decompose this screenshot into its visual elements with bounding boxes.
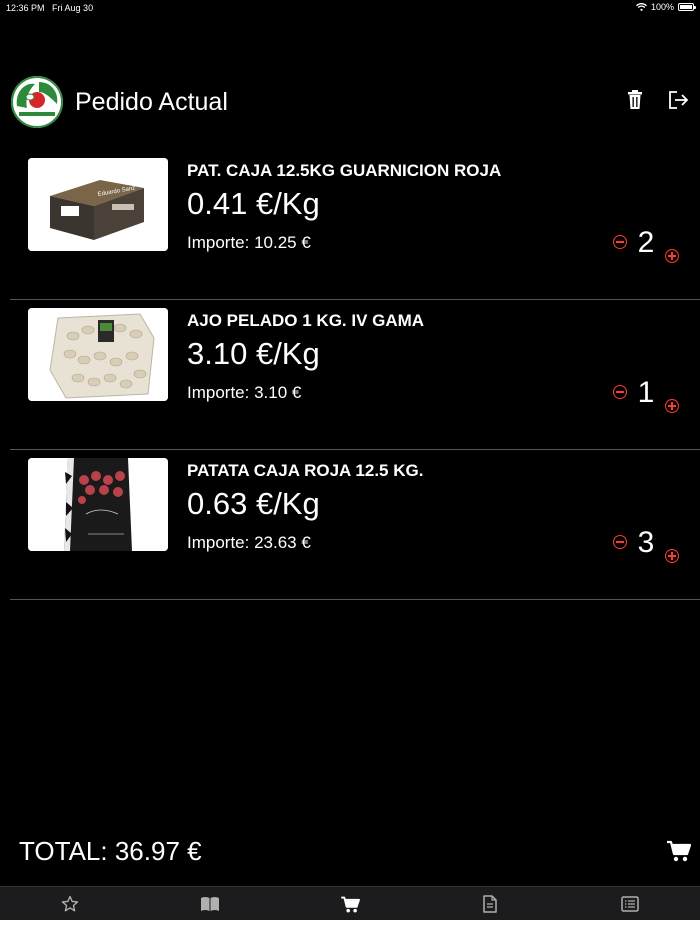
star-icon: [61, 895, 79, 912]
product-name: AJO PELADO 1 KG. IV GAMA: [187, 311, 425, 330]
status-right: 100%: [636, 2, 696, 12]
tab-documents[interactable]: [420, 887, 560, 921]
order-list: Eduardo Sanz PAT. CAJA 12.5KG GUARNICION…: [10, 150, 700, 600]
status-time: 12:36 PM Fri Aug 30: [6, 3, 93, 13]
logout-icon[interactable]: [668, 90, 690, 110]
status-date-text: Fri Aug 30: [52, 3, 94, 13]
increase-quantity-button[interactable]: [665, 549, 679, 563]
checkout-cart-icon[interactable]: [667, 840, 691, 862]
product-price: 0.41 €/Kg: [187, 186, 320, 221]
product-image-garlic: [28, 308, 168, 401]
list-icon: [621, 896, 639, 912]
tab-bar: [0, 886, 700, 921]
product-price: 0.63 €/Kg: [187, 486, 320, 521]
quantity-value: 2: [637, 226, 655, 259]
product-price: 3.10 €/Kg: [187, 336, 320, 371]
decrease-quantity-button[interactable]: [613, 235, 627, 249]
header: Pedido Actual: [0, 76, 700, 132]
decrease-quantity-button[interactable]: [613, 535, 627, 549]
status-bar: 12:36 PM Fri Aug 30 100%: [0, 0, 700, 16]
wifi-icon: [636, 3, 647, 11]
product-importe: Importe: 3.10 €: [187, 383, 302, 402]
battery-percent: 100%: [650, 2, 674, 12]
order-item[interactable]: PATATA CAJA ROJA 12.5 KG. 0.63 €/Kg Impo…: [10, 450, 700, 600]
tab-current-order[interactable]: [280, 887, 420, 921]
cart-icon: [340, 896, 360, 912]
logo-icon: [11, 76, 63, 128]
logo: [11, 76, 63, 128]
product-image-potato-sack: [28, 458, 168, 551]
tab-favorites[interactable]: [0, 887, 140, 921]
battery-icon: [678, 3, 696, 11]
quantity-value: 1: [637, 376, 655, 409]
increase-quantity-button[interactable]: [665, 249, 679, 263]
product-importe: Importe: 23.63 €: [187, 533, 311, 552]
home-indicator-area: [0, 920, 700, 934]
document-icon: [483, 895, 497, 913]
page-title: Pedido Actual: [75, 88, 228, 116]
product-name: PAT. CAJA 12.5KG GUARNICION ROJA: [187, 161, 502, 180]
tab-orders-list[interactable]: [560, 887, 700, 921]
status-time-text: 12:36 PM: [6, 3, 45, 13]
order-item[interactable]: AJO PELADO 1 KG. IV GAMA 3.10 €/Kg Impor…: [10, 300, 700, 450]
product-importe: Importe: 10.25 €: [187, 233, 311, 252]
order-total: TOTAL: 36.97 €: [19, 836, 202, 866]
increase-quantity-button[interactable]: [665, 399, 679, 413]
quantity-value: 3: [637, 526, 655, 559]
tab-catalog[interactable]: [140, 887, 280, 921]
product-name: PATATA CAJA ROJA 12.5 KG.: [187, 461, 424, 480]
order-item[interactable]: Eduardo Sanz PAT. CAJA 12.5KG GUARNICION…: [10, 150, 700, 300]
book-icon: [201, 897, 219, 911]
decrease-quantity-button[interactable]: [613, 385, 627, 399]
product-image-box: Eduardo Sanz: [28, 158, 168, 251]
trash-icon[interactable]: [626, 90, 644, 110]
